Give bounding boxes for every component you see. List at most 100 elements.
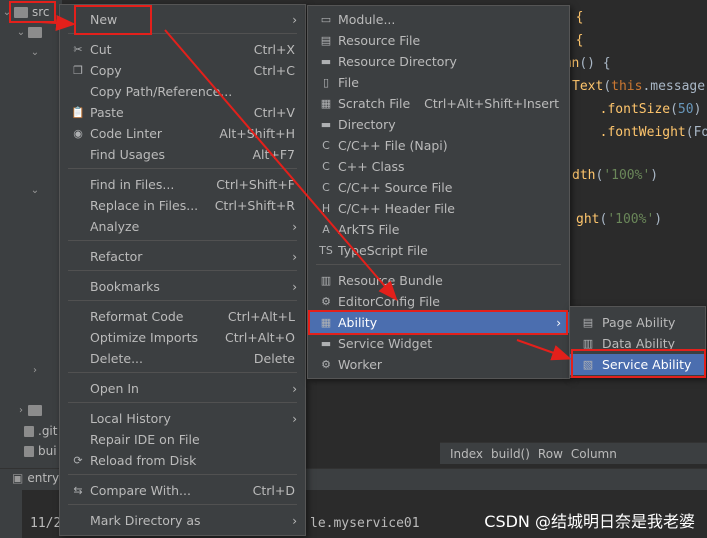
- menu-item-bookmarks[interactable]: Bookmarks ›: [60, 276, 305, 297]
- menu-shortcut: Ctrl+Shift+R: [214, 198, 295, 213]
- tree-item-label: .git: [38, 424, 58, 438]
- chevron-right-icon[interactable]: ›: [28, 365, 42, 376]
- chevron-right-icon: ›: [292, 12, 297, 27]
- menu-item-c-c-header-file[interactable]: H C/C++ Header File: [308, 198, 569, 219]
- cpp-class-icon: C: [322, 160, 330, 173]
- menu-item-label: Optimize Imports: [90, 330, 199, 345]
- menu-item-label: Compare With...: [90, 483, 191, 498]
- menu-item-delete[interactable]: Delete... Delete: [60, 348, 305, 369]
- menu-item-scratch-file[interactable]: ▦ Scratch File Ctrl+Alt+Shift+Insert: [308, 93, 569, 114]
- resource-bundle-icon: ▥: [320, 274, 332, 287]
- watermark: CSDN @结城明日奈是我老婆: [484, 512, 695, 531]
- code-line: ght('100%'): [576, 212, 662, 227]
- menu-item-file[interactable]: ▯ File: [308, 72, 569, 93]
- menu-shortcut: Delete: [253, 351, 295, 366]
- menu-item-optimize-imports[interactable]: Optimize Imports Ctrl+Alt+O: [60, 327, 305, 348]
- file-icon: [24, 445, 34, 457]
- menu-item-analyze[interactable]: Analyze ›: [60, 216, 305, 237]
- chevron-down-icon[interactable]: ⌄: [28, 185, 42, 196]
- paste-icon: 📋: [71, 106, 85, 119]
- code-token: ): [693, 102, 702, 117]
- menu-item-resource-directory[interactable]: ▬ Resource Directory: [308, 51, 569, 72]
- menu-item-c-c-source-file[interactable]: C C/C++ Source File: [308, 177, 569, 198]
- menu-item-c-class[interactable]: C C++ Class: [308, 156, 569, 177]
- chevron-right-icon: ›: [292, 219, 297, 234]
- tree-row-git[interactable]: .git: [24, 421, 57, 441]
- menu-item-service-widget[interactable]: ▬ Service Widget: [308, 333, 569, 354]
- menu-shortcut: Ctrl+V: [253, 105, 295, 120]
- menu-item-label: Local History: [90, 411, 171, 426]
- menu-item-reload-from-disk[interactable]: ⟳ Reload from Disk: [60, 450, 305, 471]
- menu-item-find-usages[interactable]: Find Usages Alt+F7: [60, 144, 305, 165]
- menu-item-find-in-files[interactable]: Find in Files... Ctrl+Shift+F: [60, 174, 305, 195]
- tree-row[interactable]: ⌄: [28, 180, 42, 200]
- linter-icon: ◉: [73, 127, 83, 140]
- tab-entry[interactable]: ▣ entry: [12, 471, 59, 485]
- menu-item-label: Module...: [338, 12, 396, 27]
- menu-item-label: Scratch File: [338, 96, 411, 111]
- menu-item-local-history[interactable]: Local History ›: [60, 408, 305, 429]
- folder-icon: ▬: [320, 118, 332, 131]
- file-icon: ▯: [322, 76, 330, 89]
- code-token: (: [603, 79, 612, 94]
- gear-icon: ⚙: [321, 295, 331, 308]
- menu-item-reformat-code[interactable]: Reformat Code Ctrl+Alt+L: [60, 306, 305, 327]
- annotation-box-src: [9, 1, 56, 23]
- menu-item-label: Resource Bundle: [338, 273, 443, 288]
- menu-item-module[interactable]: ▭ Module...: [308, 9, 569, 30]
- console-line: 11/2: [30, 516, 62, 531]
- code-token: ght: [576, 212, 600, 227]
- annotation-box-service-ability: [571, 349, 706, 378]
- menu-shortcut: Ctrl+Shift+F: [216, 177, 295, 192]
- menu-item-label: Replace in Files...: [90, 198, 199, 213]
- menu-item-label: Copy: [90, 63, 122, 78]
- menu-item-label: Reformat Code: [90, 309, 184, 324]
- menu-item-mark-directory-as[interactable]: Mark Directory as ›: [60, 510, 305, 531]
- menu-item-paste[interactable]: 📋 Paste Ctrl+V: [60, 102, 305, 123]
- menu-item-editorconfig-file[interactable]: ⚙ EditorConfig File: [308, 291, 569, 312]
- tree-row[interactable]: ›: [14, 400, 46, 420]
- chevron-right-icon: ›: [292, 249, 297, 264]
- menu-separator: [68, 504, 297, 505]
- menu-shortcut: Alt+Shift+H: [219, 126, 295, 141]
- code-token: this: [611, 79, 643, 94]
- breadcrumb-item[interactable]: Row: [538, 447, 563, 461]
- breadcrumb-item[interactable]: Column: [571, 447, 617, 461]
- menu-item-compare-with[interactable]: ⇆ Compare With... Ctrl+D: [60, 480, 305, 501]
- menu-item-directory[interactable]: ▬ Directory: [308, 114, 569, 135]
- tree-row-build[interactable]: bui: [24, 441, 57, 461]
- chevron-right-icon[interactable]: ›: [14, 405, 28, 416]
- code-token: '100%': [607, 212, 655, 227]
- chevron-down-icon[interactable]: ⌄: [14, 27, 28, 38]
- copy-icon: ❐: [73, 64, 83, 77]
- menu-item-c-c-file-napi[interactable]: C C/C++ File (Napi): [308, 135, 569, 156]
- menu-item-refactor[interactable]: Refactor ›: [60, 246, 305, 267]
- menu-item-resource-bundle[interactable]: ▥ Resource Bundle: [308, 270, 569, 291]
- menu-item-replace-in-files[interactable]: Replace in Files... Ctrl+Shift+R: [60, 195, 305, 216]
- tree-row[interactable]: ›: [28, 360, 42, 380]
- menu-item-worker[interactable]: ⚙ Worker: [308, 354, 569, 375]
- menu-item-label: ArkTS File: [338, 222, 400, 237]
- tree-row[interactable]: ⌄: [28, 42, 42, 62]
- menu-item-copy-path-reference[interactable]: Copy Path/Reference...: [60, 81, 305, 102]
- menu-item-open-in[interactable]: Open In ›: [60, 378, 305, 399]
- page-icon: ▤: [582, 316, 594, 329]
- menu-item-code-linter[interactable]: ◉ Code Linter Alt+Shift+H: [60, 123, 305, 144]
- tree-row[interactable]: ⌄: [14, 22, 46, 42]
- breadcrumb-item[interactable]: Index: [450, 447, 483, 461]
- menu-item-copy[interactable]: ❐ Copy Ctrl+C: [60, 60, 305, 81]
- menu-item-repair-ide-on-file[interactable]: Repair IDE on File: [60, 429, 305, 450]
- menu-item-arkts-file[interactable]: A ArkTS File: [308, 219, 569, 240]
- breadcrumb-item[interactable]: build(): [491, 447, 530, 461]
- widget-icon: ▬: [320, 337, 332, 350]
- menu-item-resource-file[interactable]: ▤ Resource File: [308, 30, 569, 51]
- menu-item-typescript-file[interactable]: TS TypeScript File: [308, 240, 569, 261]
- chevron-down-icon[interactable]: ⌄: [28, 47, 42, 58]
- menu-item-label: C/C++ File (Napi): [338, 138, 448, 153]
- menu-item-label: File: [338, 75, 359, 90]
- menu-item-cut[interactable]: ✂ Cut Ctrl+X: [60, 39, 305, 60]
- chevron-right-icon: ›: [292, 381, 297, 396]
- code-token: ): [654, 212, 663, 227]
- menu-item-page-ability[interactable]: ▤ Page Ability: [570, 312, 705, 333]
- menu-item-label: Service Widget: [338, 336, 433, 351]
